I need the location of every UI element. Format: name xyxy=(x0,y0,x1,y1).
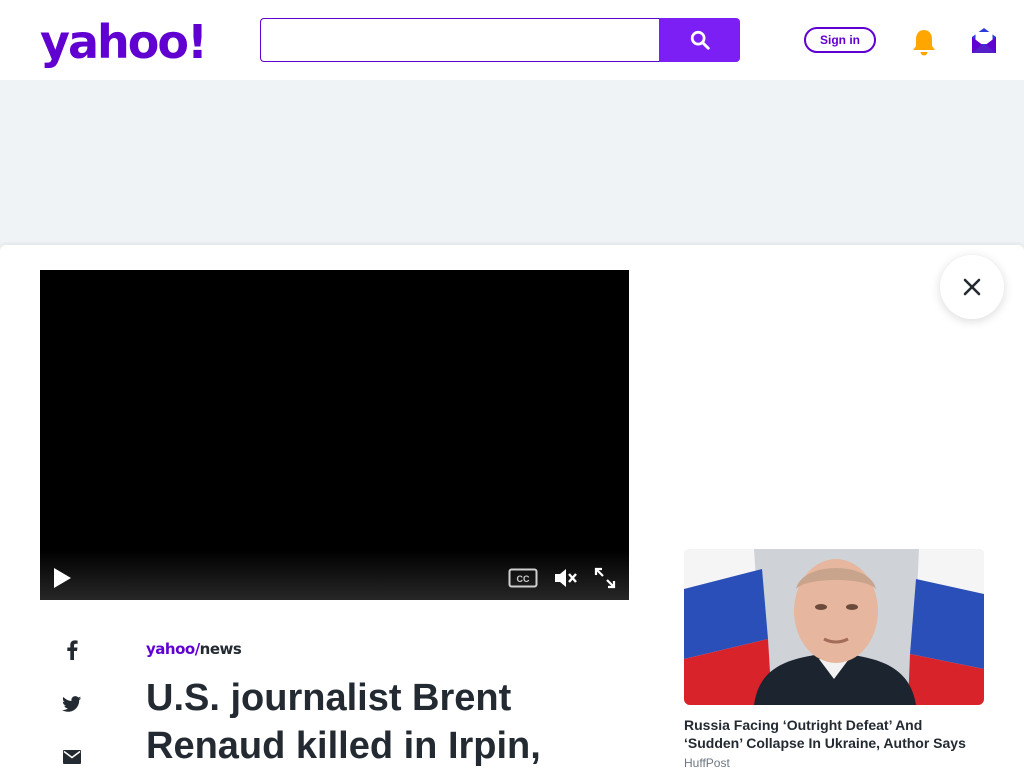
share-twitter-button[interactable] xyxy=(58,690,86,718)
video-controls-bar xyxy=(40,550,629,600)
email-icon xyxy=(63,750,81,764)
share-facebook-button[interactable] xyxy=(58,636,86,664)
facebook-icon xyxy=(67,640,78,660)
bell-icon xyxy=(913,30,935,56)
cc-icon: CC xyxy=(508,568,538,588)
yahoo-news-logo[interactable]: yahoo/news xyxy=(146,640,242,658)
search-button[interactable] xyxy=(659,18,740,62)
brand-yahoo-text: yahoo/ xyxy=(146,640,200,658)
svg-text:CC: CC xyxy=(517,574,530,584)
mail-icon xyxy=(972,28,996,53)
sign-in-button[interactable]: Sign in xyxy=(804,27,876,53)
close-icon xyxy=(963,278,981,296)
story-title[interactable]: Russia Facing ‘Outright Defeat’ And ‘Sud… xyxy=(684,716,984,752)
mail-button[interactable] xyxy=(968,26,1000,58)
article-headline: U.S. journalist Brent Renaud killed in I… xyxy=(146,677,541,767)
story-image xyxy=(684,549,984,705)
twitter-icon xyxy=(62,695,82,712)
top-header: yahoo! Sign in xyxy=(0,0,1024,80)
close-button[interactable] xyxy=(940,255,1004,319)
share-email-button[interactable] xyxy=(58,743,86,768)
related-story-card[interactable]: Russia Facing ‘Outright Defeat’ And ‘Sud… xyxy=(684,549,984,768)
story-thumbnail[interactable] xyxy=(684,549,984,705)
search-box[interactable] xyxy=(260,18,660,62)
captions-button[interactable]: CC xyxy=(508,568,538,588)
story-source: HuffPost xyxy=(684,756,730,768)
notifications-button[interactable] xyxy=(908,26,940,58)
video-player[interactable]: CC xyxy=(40,270,629,600)
fullscreen-icon[interactable] xyxy=(594,567,616,589)
mute-icon[interactable] xyxy=(554,567,578,589)
brand-news-text: news xyxy=(199,640,242,658)
search-icon xyxy=(690,30,710,50)
play-icon[interactable] xyxy=(52,567,72,589)
yahoo-logo[interactable]: yahoo! xyxy=(40,12,208,72)
ad-banner-area xyxy=(0,80,1024,245)
search-input[interactable] xyxy=(261,19,660,61)
